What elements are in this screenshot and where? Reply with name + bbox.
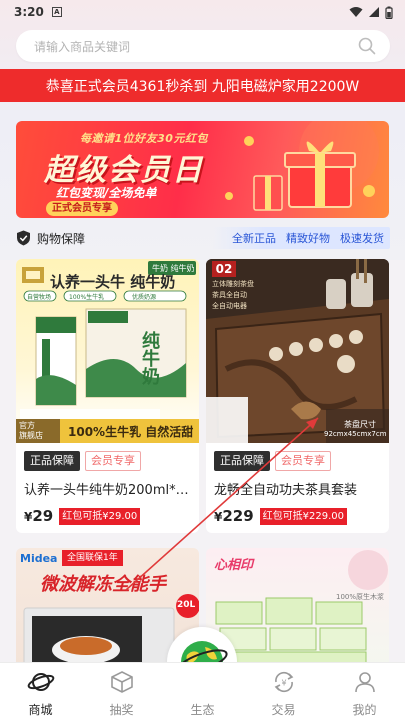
banner-tag: 正式会员专享: [46, 201, 118, 216]
tea-feature: 茶具全自动: [212, 291, 247, 299]
nav-item-mall[interactable]: 商城: [0, 663, 81, 720]
milk-tag: 牛奶 纯牛奶: [152, 264, 195, 273]
nav-item-profile[interactable]: 我的: [324, 663, 405, 720]
bottom-navigation: 商城 抽奖 生态 ¥ 交易 我的: [0, 662, 405, 720]
product-card-tea-set[interactable]: 02 立体雕刻茶盘 茶具全自动 全自动电器 茶盘尺寸 92cmx45cmx7cm…: [206, 259, 389, 533]
shield-check-icon: [17, 230, 30, 246]
tea-feature: 全自动电器: [212, 302, 247, 310]
product-price: ¥29: [24, 507, 54, 525]
nav-label: 生态: [190, 703, 215, 717]
announcement-marquee[interactable]: 恭喜正式会员4361秒杀到 九阳电磁炉家用2200W: [0, 69, 405, 102]
product-name[interactable]: 龙畅全自动功夫茶具套装: [214, 479, 382, 498]
product-badges: 正品保障 会员专享: [24, 451, 141, 471]
nav-item-trade[interactable]: ¥ 交易: [243, 663, 324, 720]
price-row: ¥29 红包可抵¥29.00: [24, 507, 141, 525]
milk-chip: 优质奶源: [132, 294, 157, 301]
nav-item-ecology[interactable]: 生态: [162, 663, 243, 720]
search-icon[interactable]: [358, 37, 376, 55]
member-badge: 会员专享: [85, 451, 141, 471]
authentic-badge: 正品保障: [214, 451, 270, 471]
product-image-milk[interactable]: 官方 旗舰店 100%生牛乳 自然活甜 认养一头牛 纯牛奶 牛奶 纯牛奶 自营牧…: [16, 259, 199, 443]
banner-title: 超级会员日: [44, 153, 204, 188]
microwave-headline: 微波解冻全能手: [40, 574, 166, 595]
milk-chip: 100%生牛乳: [69, 294, 105, 301]
battery-icon: [385, 6, 393, 19]
gift-box-illustration: [225, 121, 379, 211]
exchange-icon: ¥: [271, 669, 297, 695]
wifi-icon: [349, 7, 363, 17]
milk-strip-store: 官方 旗舰店: [16, 419, 60, 443]
svg-text:¥: ¥: [281, 679, 286, 688]
coupon-badge: 红包可抵¥29.00: [59, 507, 141, 525]
box-icon: [110, 669, 134, 695]
nav-label: 我的: [352, 703, 377, 717]
search-placeholder: 请输入商品关键词: [34, 39, 131, 54]
tissue-badge: 100%原生木浆: [336, 593, 385, 601]
microwave-brand: Midea: [20, 552, 58, 565]
microwave-warranty-tag: 全国联保1年: [62, 550, 123, 566]
banner-invite-text: 每邀请1位好友30元红包: [80, 132, 208, 145]
authentic-badge: 正品保障: [24, 451, 80, 471]
notification-icon: A: [51, 7, 62, 17]
member-day-banner[interactable]: 每邀请1位好友30元红包 超级会员日 红包变现/全场免单 正式会员专享: [16, 121, 389, 218]
nav-label: 抽奖: [109, 703, 134, 717]
milk-strip-claim: 100%生牛乳 自然活甜: [68, 424, 194, 439]
tea-number: 02: [212, 261, 236, 277]
signal-icon: [369, 7, 379, 17]
guarantee-feature: 极速发货: [340, 232, 384, 245]
nav-label: 商城: [28, 703, 53, 717]
milk-headline: 认养一头牛 纯牛奶: [50, 273, 176, 291]
status-bar: 3:20 A: [0, 0, 405, 24]
profile-icon: [353, 669, 377, 695]
nav-item-lottery[interactable]: 抽奖: [81, 663, 162, 720]
search-input[interactable]: 请输入商品关键词: [16, 30, 390, 62]
guarantee-feature: 精致好物: [286, 232, 330, 245]
guarantee-label: 购物保障: [37, 231, 86, 246]
milk-chip: 自营牧场: [27, 294, 52, 301]
banner-subtitle: 红包变现/全场免单: [56, 186, 157, 200]
member-badge: 会员专享: [275, 451, 331, 471]
coupon-badge: 红包可抵¥229.00: [259, 507, 348, 525]
status-time: 3:20: [14, 5, 44, 19]
guarantee-feature: 全新正品: [232, 232, 276, 245]
tea-size-value: 92cmx45cmx7cm: [324, 430, 387, 438]
price-row: ¥229 红包可抵¥229.00: [214, 507, 348, 525]
tea-size-label: 茶盘尺寸: [344, 420, 376, 429]
tea-feature: 立体雕刻茶盘: [212, 280, 254, 288]
guarantee-features: 全新正品 精致好物 极速发货: [212, 227, 390, 249]
milk-box-label: 纯牛奶: [139, 331, 160, 385]
product-price: ¥229: [214, 507, 254, 525]
product-image-tea-set[interactable]: 02 立体雕刻茶盘 茶具全自动 全自动电器 茶盘尺寸 92cmx45cmx7cm: [206, 259, 389, 443]
shopping-guarantee-row: 购物保障 全新正品 精致好物 极速发货: [16, 226, 390, 250]
product-name[interactable]: 认养一头牛纯牛奶200ml*…: [24, 479, 192, 498]
tea-features: 立体雕刻茶盘 茶具全自动 全自动电器: [212, 279, 254, 312]
milk-strip: 官方 旗舰店 100%生牛乳 自然活甜: [16, 419, 199, 443]
nav-label: 交易: [271, 703, 296, 717]
microwave-capacity: 20L: [177, 600, 196, 610]
product-card-milk[interactable]: 官方 旗舰店 100%生牛乳 自然活甜 认养一头牛 纯牛奶 牛奶 纯牛奶 自营牧…: [16, 259, 199, 533]
product-badges: 正品保障 会员专享: [214, 451, 331, 471]
planet-icon: [27, 669, 55, 695]
